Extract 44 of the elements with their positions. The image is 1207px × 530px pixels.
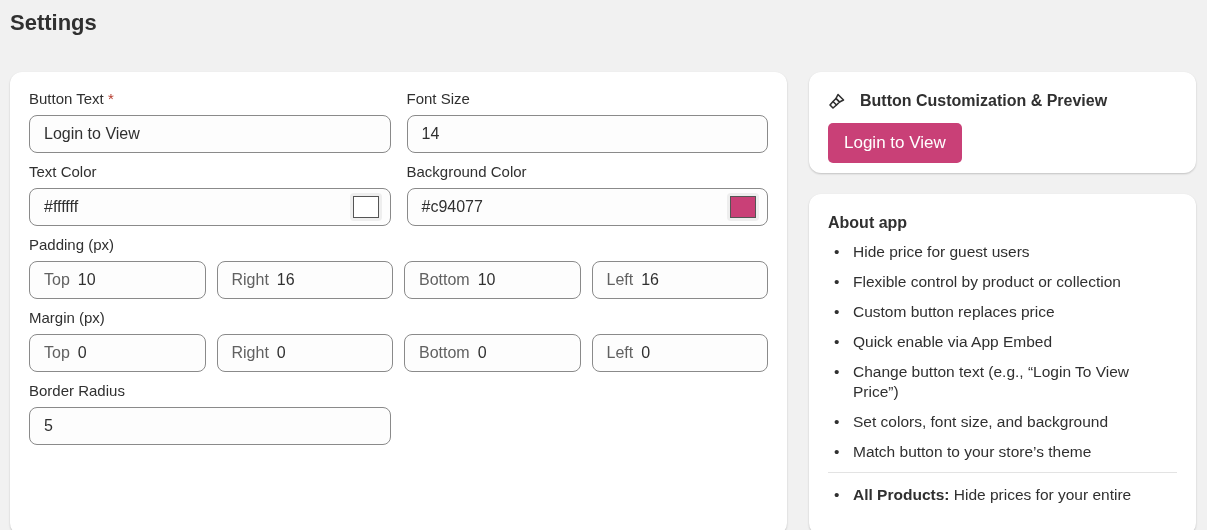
color-swatch[interactable] bbox=[352, 196, 379, 218]
field-label: Margin (px) bbox=[29, 309, 106, 326]
bullet: • bbox=[834, 412, 841, 432]
bullet: • bbox=[834, 332, 841, 352]
color-input[interactable]: #ffffff bbox=[29, 188, 391, 226]
feature-item: Quick enable via App Embed bbox=[853, 332, 1053, 352]
page-title: Settings bbox=[10, 9, 98, 37]
field-label: Padding (px) bbox=[29, 236, 116, 253]
number-input[interactable]: Right 0 bbox=[216, 334, 393, 372]
number-input[interactable]: Top 10 bbox=[29, 261, 206, 299]
field-label: Border Radius bbox=[29, 382, 126, 399]
bullet: • bbox=[834, 442, 841, 462]
feature-item: Flexible control by product or collection bbox=[853, 272, 1121, 292]
field-label: Text Color bbox=[29, 163, 98, 180]
number-input[interactable]: 5 bbox=[29, 407, 391, 445]
number-input[interactable]: Top 0 bbox=[29, 334, 206, 372]
color-input[interactable]: #c94077 bbox=[406, 188, 768, 226]
preview-button[interactable]: Login to View bbox=[828, 123, 962, 163]
number-input[interactable]: Bottom 10 bbox=[404, 261, 581, 299]
field-label: Font Size bbox=[406, 90, 471, 107]
feature-item: Custom button replaces price bbox=[853, 302, 1055, 322]
feature-item: Set colors, font size, and background bbox=[853, 412, 1109, 432]
color-swatch[interactable] bbox=[730, 196, 756, 218]
bullet: • bbox=[834, 272, 841, 292]
bullet: • bbox=[834, 242, 841, 262]
bullet: • bbox=[834, 302, 841, 322]
number-input[interactable]: Left 0 bbox=[591, 334, 768, 372]
number-input[interactable]: Bottom 0 bbox=[404, 334, 581, 372]
feature-item: Match button to your store’s theme bbox=[853, 442, 1092, 462]
text-input[interactable]: Login to View bbox=[29, 115, 391, 153]
feature-item: Change button text (e.g., “Login To View Price”) bbox=[853, 362, 1131, 402]
card-title: About app bbox=[828, 214, 909, 232]
number-input[interactable]: Left 16 bbox=[591, 261, 768, 299]
card-title: Button Customization & Preview bbox=[860, 92, 1108, 110]
bullet: • bbox=[834, 362, 841, 382]
feature-item: Hide price for guest users bbox=[853, 242, 1030, 262]
field-label: Background Color bbox=[406, 163, 528, 180]
feature-item: All Products: Hide prices for your entire bbox=[853, 485, 1132, 505]
number-input[interactable]: Right 16 bbox=[216, 261, 393, 299]
bullet: • bbox=[834, 485, 841, 505]
required-mark: * bbox=[107, 90, 114, 107]
paintbrush-icon bbox=[828, 92, 846, 110]
field-label: Button Text * bbox=[29, 90, 115, 107]
number-input[interactable]: 14 bbox=[406, 115, 768, 153]
